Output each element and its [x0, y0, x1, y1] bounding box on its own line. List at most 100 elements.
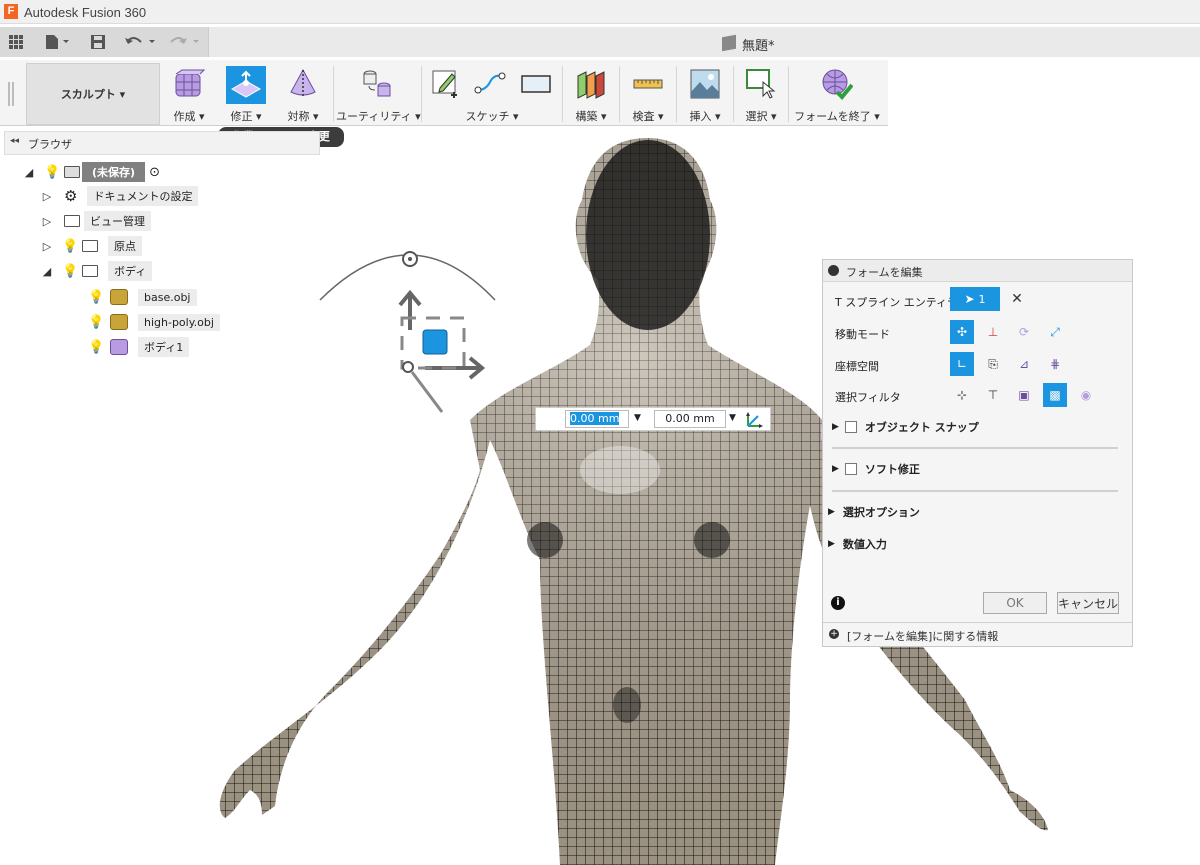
section-divider	[832, 447, 1118, 449]
x-value-input[interactable]: 0.00 mm	[565, 410, 629, 428]
expanded-triangle-icon[interactable]: ◢	[40, 265, 54, 278]
browser-body-base[interactable]: 💡 base.obj	[80, 286, 197, 308]
browser-body-high-poly[interactable]: 💡 high-poly.obj	[80, 311, 220, 333]
save-icon[interactable]	[86, 30, 110, 54]
clear-selection-icon[interactable]: ✕	[1005, 287, 1029, 311]
all-filter-icon[interactable]: ▩	[1043, 383, 1067, 407]
object-snap-checkbox[interactable]	[844, 421, 857, 433]
symmetry-icon	[290, 68, 316, 98]
section-soft-modify[interactable]: ▶ ソフト修正	[832, 461, 920, 477]
browser-body-1[interactable]: 💡 ボディ1	[80, 336, 190, 358]
tool-symmetry[interactable]: 対称 ▾	[276, 62, 330, 126]
browser-item-label: ビュー管理	[84, 211, 151, 231]
browser-item-doc-settings[interactable]: ▷ ⚙ ドキュメントの設定	[40, 185, 199, 207]
tool-insert[interactable]: 挿入 ▾	[679, 62, 731, 126]
tool-finish-form[interactable]: フォームを終了 ▾	[791, 62, 883, 126]
entity-selection-button[interactable]: ➤ 1	[950, 287, 1000, 311]
tool-create[interactable]: 作成 ▾	[162, 62, 216, 126]
undo-icon[interactable]	[120, 30, 160, 54]
browser-title: ブラウザ	[28, 138, 72, 151]
body-label: ボディ1	[138, 337, 190, 357]
lightbulb-icon[interactable]: 💡	[88, 290, 104, 305]
section-label: 選択オプション	[842, 506, 920, 519]
tool-modify[interactable]: 修正 ▾	[218, 62, 274, 126]
lightbulb-icon[interactable]: 💡	[44, 165, 60, 180]
body-filter-icon[interactable]: ◉	[1074, 383, 1098, 407]
lightbulb-icon[interactable]: 💡	[62, 239, 78, 254]
section-numeric-input[interactable]: ▶ 数値入力	[828, 536, 887, 552]
axis-toggle-icon[interactable]	[744, 410, 764, 428]
cursor-icon: ➤	[964, 292, 975, 306]
lightbulb-icon[interactable]: 💡	[88, 340, 104, 355]
help-link[interactable]: [フォームを編集]に関する情報	[847, 628, 998, 644]
collapsed-triangle-icon[interactable]: ▷	[40, 240, 54, 253]
vertex-filter-icon[interactable]: ⊹	[950, 383, 974, 407]
tool-construct[interactable]: 構築 ▾	[565, 62, 617, 126]
tool-utility[interactable]: ユーティリティ ▾	[336, 62, 421, 126]
toolbar-grip[interactable]	[8, 82, 14, 106]
info-icon[interactable]: i	[831, 596, 845, 610]
redo-icon[interactable]	[164, 30, 204, 54]
scale-icon[interactable]: ⤢	[1043, 320, 1067, 344]
ok-button[interactable]: OK	[983, 592, 1047, 614]
collapse-dialog-icon[interactable]	[828, 265, 839, 276]
expand-triangle-icon[interactable]: ▶	[828, 539, 835, 549]
browser-root[interactable]: ◢ 💡 (未保存) ⊙	[22, 161, 160, 183]
chevron-down-icon[interactable]: ▼	[729, 413, 736, 423]
section-label: ソフト修正	[864, 463, 920, 476]
folder-icon	[82, 240, 98, 252]
local-space-icon[interactable]: ⊿	[1012, 352, 1036, 376]
multi-space-icon[interactable]: ⋕	[1043, 352, 1067, 376]
chevron-down-icon[interactable]: ▼	[634, 413, 641, 423]
expand-triangle-icon[interactable]: ▶	[832, 422, 839, 432]
expand-triangle-icon[interactable]: ▶	[832, 464, 839, 474]
edge-filter-icon[interactable]: ⊤	[981, 383, 1005, 407]
tool-inspect[interactable]: 検査 ▾	[622, 62, 674, 126]
transform-mode-label: 移動モード	[835, 328, 890, 341]
translate-icon[interactable]: ⊥	[981, 320, 1005, 344]
activate-radio-icon[interactable]: ⊙	[149, 165, 160, 180]
workspace-switcher[interactable]: スカルプト ▾	[26, 63, 160, 125]
collapsed-triangle-icon[interactable]: ▷	[40, 190, 54, 203]
browser-item-bodies[interactable]: ◢ 💡 ボディ	[40, 260, 153, 282]
lightbulb-icon[interactable]: 💡	[88, 315, 104, 330]
toolbar-divider	[333, 66, 334, 122]
collapse-icon[interactable]: ◂◂	[10, 136, 19, 146]
tool-select[interactable]: 選択 ▾	[736, 62, 786, 126]
expanded-triangle-icon[interactable]: ◢	[22, 166, 36, 179]
world-space-icon[interactable]: ∟	[950, 352, 974, 376]
soft-modify-checkbox[interactable]	[844, 463, 857, 475]
multi-transform-icon[interactable]: ✣	[950, 320, 974, 344]
document-tab[interactable]	[208, 27, 1200, 57]
collapsed-triangle-icon[interactable]: ▷	[40, 215, 54, 228]
browser-item-origin[interactable]: ▷ 💡 原点	[40, 235, 142, 257]
view-space-icon[interactable]: ⎘	[981, 352, 1005, 376]
file-menu-icon[interactable]	[40, 30, 74, 54]
rotate-icon[interactable]: ⟳	[1012, 320, 1036, 344]
construct-icon	[577, 71, 605, 99]
section-selection-options[interactable]: ▶ 選択オプション	[828, 504, 920, 520]
expand-help-icon[interactable]: +	[829, 629, 839, 639]
tool-label: 作成 ▾	[173, 110, 205, 123]
toolbar-divider	[421, 66, 422, 122]
selection-filter-label: 選択フィルタ	[835, 391, 901, 404]
expand-triangle-icon[interactable]: ▶	[828, 507, 835, 517]
tool-sketch[interactable]: スケッチ ▾	[424, 62, 560, 126]
section-label: オブジェクト スナップ	[864, 421, 979, 434]
lightbulb-icon[interactable]: 💡	[62, 264, 78, 279]
component-icon	[64, 166, 80, 178]
spline-icon	[474, 72, 506, 94]
edit-form-dialog	[822, 259, 1133, 647]
app-logo: F	[4, 4, 18, 19]
coordinate-space-label: 座標空間	[835, 360, 879, 373]
cancel-button[interactable]: キャンセル	[1057, 592, 1119, 614]
browser-item-label: ドキュメントの設定	[87, 186, 199, 206]
toolbar-divider	[733, 66, 734, 122]
browser-item-views[interactable]: ▷ ビュー管理	[40, 210, 151, 232]
app-grid-icon[interactable]	[4, 30, 28, 54]
face-filter-icon[interactable]: ▣	[1012, 383, 1036, 407]
tool-label: 修正 ▾	[230, 110, 262, 123]
transform-manipulator[interactable]	[319, 251, 496, 413]
section-object-snap[interactable]: ▶ オブジェクト スナップ	[832, 419, 979, 435]
y-value-input[interactable]: 0.00 mm	[654, 410, 726, 428]
